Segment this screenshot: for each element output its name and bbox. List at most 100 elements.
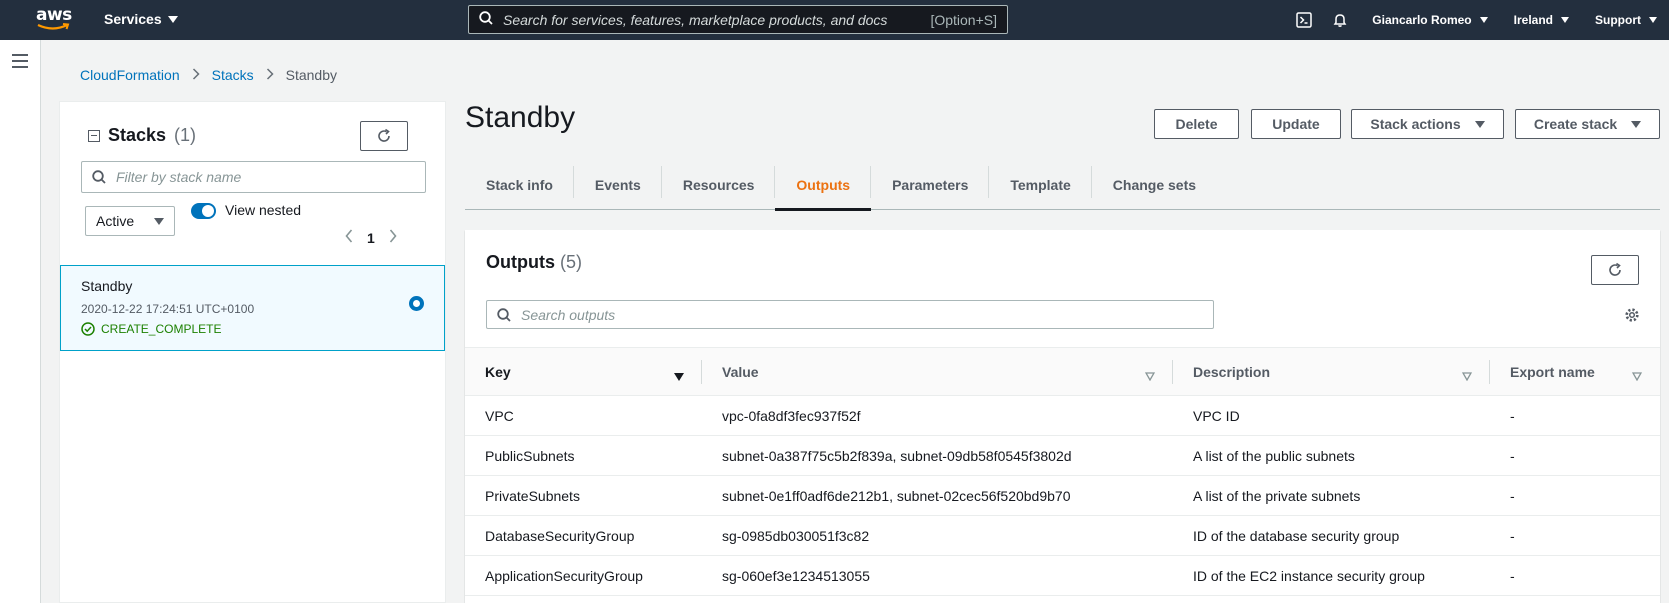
region-label: Ireland bbox=[1513, 13, 1553, 27]
aws-smile-icon bbox=[37, 23, 70, 30]
tab-outputs[interactable]: Outputs bbox=[775, 160, 872, 211]
tab-label: Template bbox=[1010, 177, 1071, 193]
bell-icon[interactable] bbox=[1332, 12, 1348, 28]
search-icon bbox=[497, 307, 511, 322]
support-menu[interactable]: Support bbox=[1595, 13, 1657, 27]
outputs-search-input[interactable] bbox=[521, 306, 1201, 323]
view-nested-label: View nested bbox=[225, 202, 302, 218]
refresh-stacks-button[interactable] bbox=[360, 121, 408, 151]
delete-label: Delete bbox=[1175, 116, 1218, 132]
outputs-panel: Outputs (5) Key Value Description Export… bbox=[465, 230, 1660, 603]
services-menu[interactable]: Services bbox=[104, 11, 178, 27]
caret-down-icon bbox=[1631, 120, 1642, 128]
region-menu[interactable]: Ireland bbox=[1514, 13, 1569, 27]
breadcrumb-stacks[interactable]: Stacks bbox=[212, 67, 254, 83]
aws-logo-text: aws bbox=[36, 5, 72, 25]
tab-parameters[interactable]: Parameters bbox=[871, 160, 990, 210]
cloudshell-icon[interactable] bbox=[1296, 12, 1313, 28]
stack-filter[interactable] bbox=[81, 161, 426, 193]
caret-down-icon bbox=[1474, 120, 1485, 128]
stack-tabs: Stack info Events Resources Outputs Para… bbox=[465, 160, 1660, 211]
cell-description: ID of the database security group bbox=[1173, 515, 1490, 556]
breadcrumb-current: Standby bbox=[285, 67, 337, 83]
caret-down-icon bbox=[167, 15, 178, 23]
column-header-description[interactable]: Description bbox=[1173, 347, 1490, 396]
cell-value: sg-060ef3e1234513055 bbox=[702, 555, 1173, 596]
column-label: Value bbox=[722, 363, 759, 380]
stack-filter-input[interactable] bbox=[116, 169, 416, 185]
caret-down-icon bbox=[1561, 17, 1569, 23]
cell-description: A list of the private subnets bbox=[1173, 475, 1490, 516]
pagination: 1 bbox=[345, 227, 397, 248]
current-page[interactable]: 1 bbox=[367, 230, 375, 246]
status-filter-value: Active bbox=[96, 213, 135, 229]
stack-timestamp: 2020-12-22 17:24:51 UTC+0100 bbox=[81, 302, 255, 316]
previous-page-icon[interactable] bbox=[345, 227, 353, 248]
stack-list-item[interactable]: Standby 2020-12-22 17:24:51 UTC+0100 CRE… bbox=[60, 265, 445, 351]
stack-status-label: CREATE_COMPLETE bbox=[101, 322, 222, 336]
stacks-title: Stacks bbox=[108, 125, 167, 145]
column-label: Export name bbox=[1510, 363, 1595, 380]
tab-stack-info[interactable]: Stack info bbox=[465, 160, 574, 210]
refresh-outputs-button[interactable] bbox=[1591, 255, 1639, 285]
column-label: Key bbox=[485, 363, 511, 380]
view-nested-toggle[interactable] bbox=[191, 203, 216, 219]
check-circle-icon bbox=[81, 322, 95, 336]
stack-actions-button[interactable]: Stack actions bbox=[1351, 109, 1504, 139]
cell-key: VPC bbox=[465, 395, 702, 436]
global-search-input[interactable] bbox=[503, 11, 931, 28]
global-search[interactable]: [Option+S] bbox=[468, 5, 1008, 34]
next-page-icon[interactable] bbox=[389, 227, 397, 248]
page-title: Standby bbox=[465, 101, 576, 134]
cell-key: ApplicationSecurityGroup bbox=[465, 555, 702, 596]
column-header-key[interactable]: Key bbox=[465, 347, 702, 396]
cell-key: PublicSubnets bbox=[465, 435, 702, 476]
create-stack-label: Create stack bbox=[1533, 116, 1618, 132]
table-row: ApplicationSecurityGroup sg-060ef3e12345… bbox=[465, 555, 1660, 596]
outputs-search[interactable] bbox=[486, 300, 1214, 329]
outputs-title: Outputs bbox=[486, 252, 555, 272]
user-menu[interactable]: Giancarlo Romeo bbox=[1372, 13, 1488, 27]
aws-logo[interactable]: aws bbox=[36, 6, 72, 34]
cell-key: PrivateSubnets bbox=[465, 475, 702, 516]
collapse-icon[interactable] bbox=[88, 129, 100, 142]
cell-value: vpc-0fa8df3fec937f52f bbox=[702, 395, 1173, 436]
sort-icon bbox=[1631, 368, 1643, 384]
search-icon bbox=[479, 11, 493, 28]
table-header-row: Key Value Description Export name bbox=[465, 347, 1660, 396]
stack-select-radio[interactable] bbox=[409, 296, 424, 311]
top-navigation: aws Services [Option+S] Giancarlo Romeo … bbox=[0, 0, 1669, 40]
column-label: Description bbox=[1193, 363, 1271, 380]
breadcrumb-cloudformation[interactable]: CloudFormation bbox=[80, 67, 180, 83]
menu-icon[interactable] bbox=[12, 54, 28, 72]
tab-change-sets[interactable]: Change sets bbox=[1092, 160, 1217, 210]
status-filter-select[interactable]: Active bbox=[85, 206, 175, 236]
sort-descending-icon bbox=[674, 368, 684, 384]
cell-value: sg-0985db030051f3c82 bbox=[702, 515, 1173, 556]
tab-resources[interactable]: Resources bbox=[662, 160, 776, 210]
support-label: Support bbox=[1595, 13, 1641, 27]
stack-name: Standby bbox=[81, 278, 133, 294]
stacks-count: (1) bbox=[174, 125, 197, 145]
create-stack-button[interactable]: Create stack bbox=[1515, 109, 1660, 139]
cell-value: subnet-0e1ff0adf6de212b1, subnet-02cec56… bbox=[702, 475, 1173, 516]
outputs-header: Outputs (5) bbox=[486, 252, 582, 273]
cell-export: - bbox=[1490, 555, 1660, 596]
update-button[interactable]: Update bbox=[1251, 109, 1341, 139]
gear-icon[interactable] bbox=[1624, 307, 1640, 326]
caret-down-icon bbox=[154, 217, 164, 225]
sort-icon bbox=[1461, 368, 1473, 384]
cell-export: - bbox=[1490, 435, 1660, 476]
side-rail bbox=[0, 40, 41, 603]
table-row: VPC vpc-0fa8df3fec937f52f VPC ID - bbox=[465, 395, 1660, 436]
column-header-value[interactable]: Value bbox=[702, 347, 1173, 396]
breadcrumb: CloudFormation Stacks Standby bbox=[80, 67, 337, 83]
cell-export: - bbox=[1490, 475, 1660, 516]
column-header-export-name[interactable]: Export name bbox=[1490, 347, 1660, 396]
tab-template[interactable]: Template bbox=[989, 160, 1092, 210]
delete-button[interactable]: Delete bbox=[1154, 109, 1239, 139]
cell-value: subnet-0a387f75c5b2f839a, subnet-09db58f… bbox=[702, 435, 1173, 476]
tab-events[interactable]: Events bbox=[574, 160, 662, 210]
search-shortcut: [Option+S] bbox=[930, 11, 997, 28]
nav-right: Giancarlo Romeo Ireland Support bbox=[1286, 0, 1669, 40]
